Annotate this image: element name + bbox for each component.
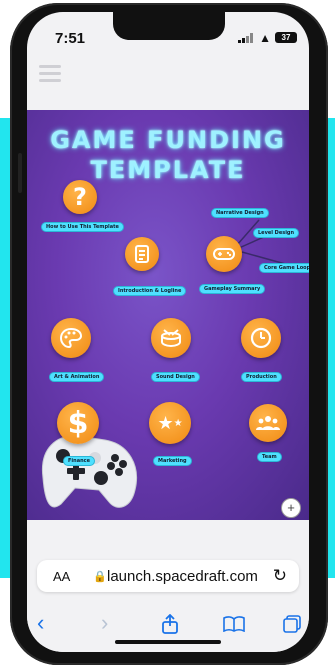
node-core-game-loop[interactable]: Core Game Loop (259, 263, 309, 273)
status-bar: 7:51 ▲ 37 (27, 12, 309, 60)
browser-toolbar: AA 🔒 launch.spacedraft.com ↻ ‹ › (27, 520, 309, 652)
back-icon[interactable]: ‹ (37, 610, 44, 636)
tabs-icon[interactable] (283, 615, 301, 633)
wifi-icon: ▲ (259, 31, 271, 45)
document-icon[interactable] (125, 237, 159, 271)
question-icon[interactable]: ? (63, 180, 97, 214)
bookmarks-icon[interactable] (223, 616, 245, 632)
clock-icon[interactable] (241, 318, 281, 358)
node-finance[interactable]: Finance (63, 456, 95, 466)
drum-icon[interactable] (151, 318, 191, 358)
node-how-to-use[interactable]: How to Use This Template (41, 222, 124, 232)
node-art-animation[interactable]: Art & Animation (49, 372, 105, 382)
node-introduction[interactable]: Introduction & Logline (113, 286, 187, 296)
node-sound-design[interactable]: Sound Design (151, 372, 200, 382)
menu-icon[interactable] (39, 65, 61, 85)
stars-icon[interactable]: ★ ★ (149, 402, 191, 444)
node-level-design[interactable]: Level Design (253, 228, 300, 238)
dynamic-notch (113, 12, 225, 40)
palette-icon[interactable] (51, 318, 91, 358)
node-production[interactable]: Production (241, 372, 282, 382)
gamepad-icon[interactable] (206, 236, 242, 272)
share-icon[interactable] (161, 614, 179, 634)
battery-icon: 37 (275, 32, 297, 43)
lock-icon: 🔒 (93, 571, 107, 583)
dollar-icon[interactable]: $ (57, 402, 99, 444)
node-gameplay-summary[interactable]: Gameplay Summary (199, 284, 266, 294)
url-text[interactable]: launch.spacedraft.com (107, 568, 258, 585)
node-team[interactable]: Team (257, 452, 282, 462)
phone-side-button (18, 153, 22, 193)
phone-screen: 7:51 ▲ 37 GAME FUNDING TEMPLATE ? How to… (27, 12, 309, 652)
reload-icon[interactable]: ↻ (273, 566, 287, 586)
site-header (27, 60, 309, 112)
address-bar[interactable]: AA 🔒 launch.spacedraft.com ↻ (37, 560, 299, 592)
signal-icon (238, 33, 253, 43)
home-indicator (115, 640, 221, 644)
game-funding-board: GAME FUNDING TEMPLATE ? How to Use This … (27, 110, 309, 520)
status-time: 7:51 (55, 30, 86, 47)
zoom-in-button[interactable]: + (281, 498, 301, 518)
node-narrative-design[interactable]: Narrative Design (211, 208, 269, 218)
forward-icon: › (101, 610, 109, 635)
team-icon[interactable] (249, 404, 287, 442)
node-marketing[interactable]: Marketing (153, 456, 192, 466)
reader-aa-button[interactable]: AA (53, 569, 70, 584)
